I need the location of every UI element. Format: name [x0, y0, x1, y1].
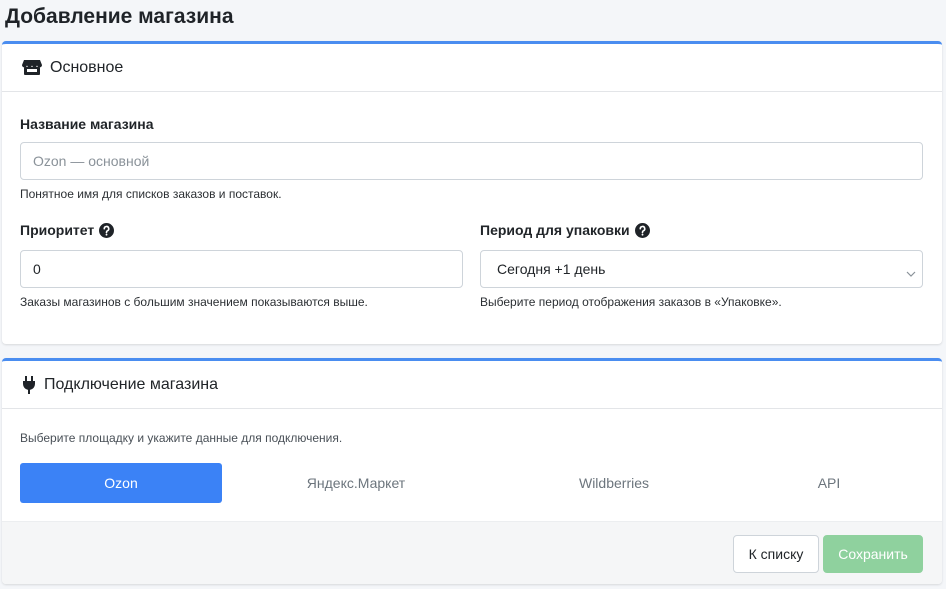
question-circle-icon[interactable]: [99, 222, 115, 238]
shop-name-label: Название магазина: [20, 116, 154, 132]
basic-section-title: Основное: [50, 58, 124, 76]
priority-input[interactable]: 0: [20, 250, 463, 288]
page-title: Добавление магазина: [5, 5, 234, 28]
period-select[interactable]: Сегодня +1 день: [480, 250, 923, 288]
chevron-down-icon: [906, 265, 916, 281]
form-footer: К списку Сохранить: [2, 521, 942, 584]
priority-help: Заказы магазинов с большим значением пок…: [20, 295, 368, 309]
basic-section-card: Основное Название магазина Ozon — основн…: [2, 41, 942, 344]
priority-label: Приоритет: [20, 222, 115, 238]
connect-intro-text: Выберите площадку и укажите данные для п…: [20, 431, 343, 445]
plug-icon: [22, 375, 36, 394]
store-icon: [22, 59, 42, 76]
period-select-value: Сегодня +1 день: [497, 261, 606, 277]
priority-label-text: Приоритет: [20, 222, 95, 238]
back-to-list-button[interactable]: К списку: [733, 535, 819, 573]
tab-yandex-market[interactable]: Яндекс.Маркет: [255, 463, 457, 503]
shop-name-input[interactable]: Ozon — основной: [20, 142, 923, 180]
shop-name-label-text: Название магазина: [20, 116, 154, 132]
save-button[interactable]: Сохранить: [823, 535, 923, 573]
basic-section-header: Основное: [2, 44, 942, 92]
tab-wildberries[interactable]: Wildberries: [513, 463, 715, 503]
connect-section-header: Подключение магазина: [2, 361, 942, 409]
period-label-text: Период для упаковки: [480, 222, 630, 238]
connect-section-card: Подключение магазина Выберите площадку и…: [2, 358, 942, 584]
connect-section-title: Подключение магазина: [44, 375, 219, 393]
tab-api[interactable]: API: [728, 463, 930, 503]
period-help: Выберите период отображения заказов в «У…: [480, 295, 782, 309]
shop-name-help: Понятное имя для списков заказов и поста…: [20, 187, 282, 201]
tab-ozon[interactable]: Ozon: [20, 463, 222, 503]
period-label: Период для упаковки: [480, 222, 650, 238]
question-circle-icon[interactable]: [634, 222, 650, 238]
